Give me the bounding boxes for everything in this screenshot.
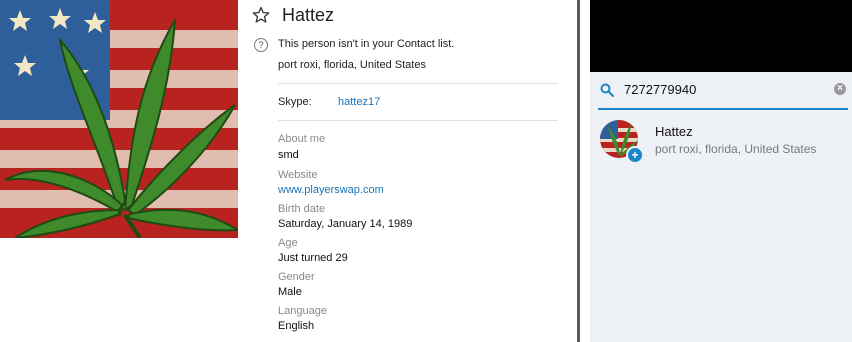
question-icon: ? xyxy=(254,38,268,52)
search-bar: × xyxy=(590,72,852,108)
about-value: smd xyxy=(278,149,299,161)
search-input[interactable] xyxy=(624,80,824,98)
pane-splitter[interactable] xyxy=(577,0,584,342)
plus-icon: + xyxy=(626,146,644,164)
gender-value: Male xyxy=(278,286,302,298)
birth-date-value: Saturday, January 14, 1989 xyxy=(278,218,413,230)
language-label: Language xyxy=(278,305,327,317)
birth-date-label: Birth date xyxy=(278,203,326,215)
website-link[interactable]: www.playerswap.com xyxy=(278,184,384,196)
contact-notice: This person isn't in your Contact list. xyxy=(278,38,455,50)
search-result-item[interactable]: + Hattez port roxi, florida, United Stat… xyxy=(590,112,852,164)
clear-icon[interactable]: × xyxy=(834,83,846,95)
profile-picture xyxy=(0,0,238,238)
contact-location: port roxi, florida, United States xyxy=(278,59,426,71)
divider xyxy=(278,120,558,121)
age-value: Just turned 29 xyxy=(278,252,348,264)
star-icon[interactable] xyxy=(252,6,270,24)
search-underline xyxy=(598,108,848,110)
contacts-panel: × + Hattez port roxi, florida, United St… xyxy=(590,0,852,342)
gender-label: Gender xyxy=(278,271,315,283)
language-value: English xyxy=(278,320,315,332)
search-icon xyxy=(600,83,614,97)
profile-details: Hattez ? This person isn't in your Conta… xyxy=(248,0,568,342)
skype-label: Skype: xyxy=(278,96,312,108)
website-label: Website xyxy=(278,169,318,181)
about-label: About me xyxy=(278,133,326,145)
result-name: Hattez xyxy=(655,124,693,139)
result-location: port roxi, florida, United States xyxy=(655,142,817,156)
divider xyxy=(278,83,558,84)
age-label: Age xyxy=(278,237,298,249)
contact-name: Hattez xyxy=(282,5,335,25)
video-area xyxy=(590,0,852,72)
skype-id[interactable]: hattez17 xyxy=(338,96,380,108)
